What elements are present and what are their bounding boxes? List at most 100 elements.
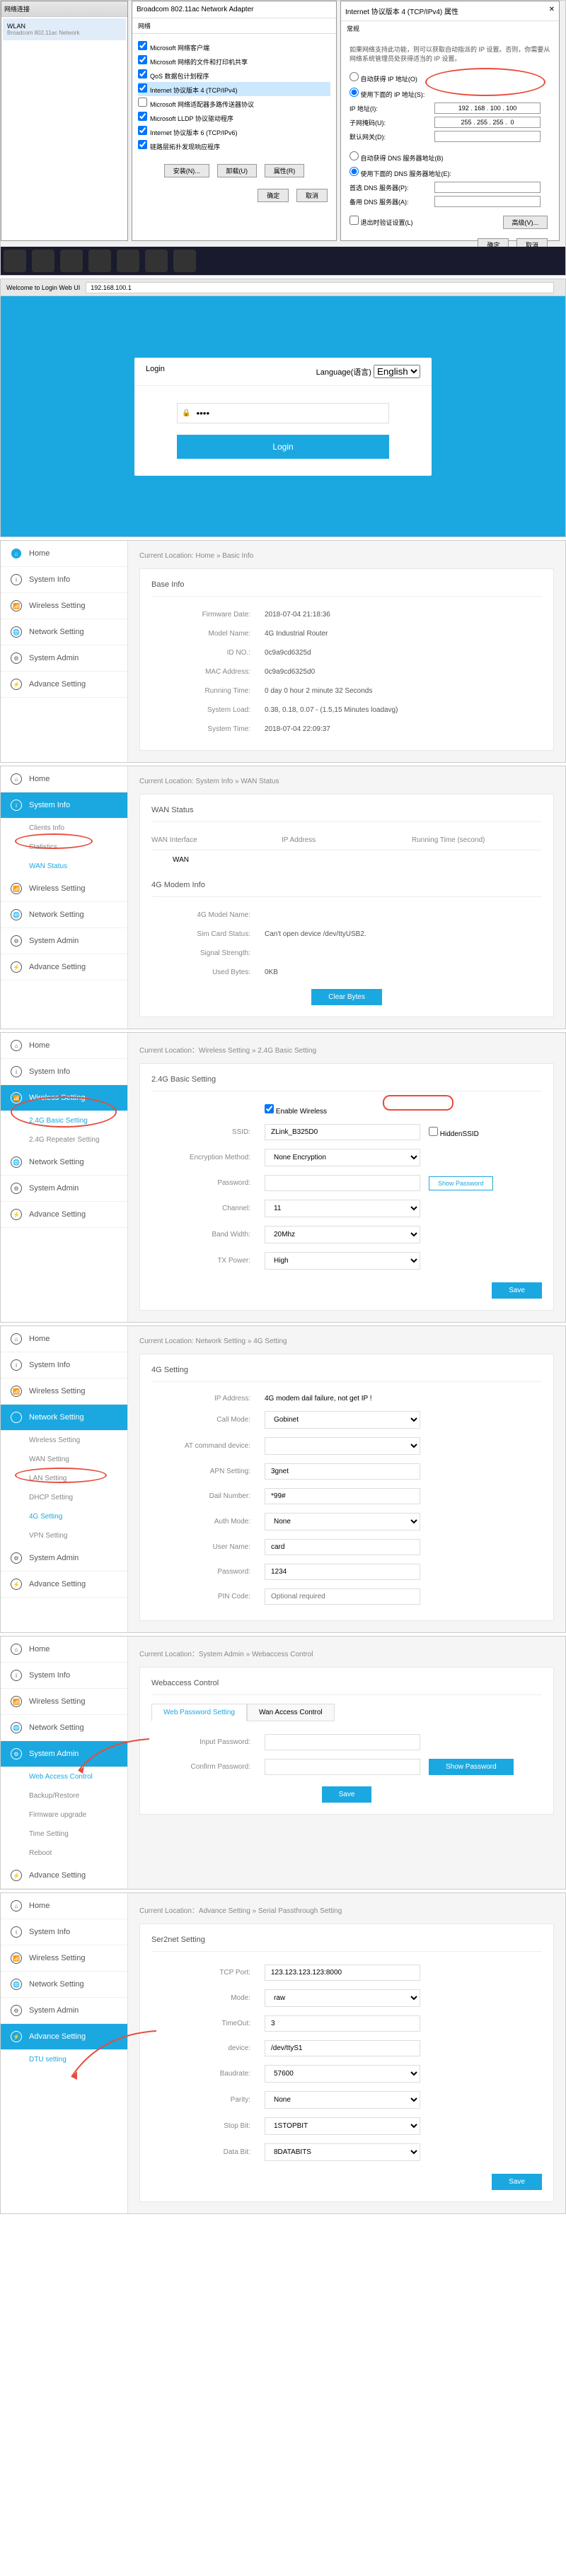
sub-firmware[interactable]: Firmware upgrade	[1, 1805, 127, 1825]
sidebar-network[interactable]: 🌐Network Setting	[1, 902, 127, 928]
sidebar-wireless[interactable]: 📶Wireless Setting	[1, 1689, 127, 1715]
chk-ipv4[interactable]	[138, 83, 147, 93]
device-input[interactable]	[265, 2040, 420, 2056]
sidebar-system-info[interactable]: iSystem Info	[1, 1352, 127, 1378]
sidebar-wireless[interactable]: 📶Wireless Setting	[1, 1945, 127, 1972]
sidebar-system-info[interactable]: iSystem Info	[1, 567, 127, 593]
cancel-button[interactable]: 取消	[296, 189, 328, 202]
channel-select[interactable]: 11	[265, 1200, 420, 1217]
radio-auto-dns[interactable]	[350, 151, 359, 160]
subnet-mask-input[interactable]	[434, 117, 541, 128]
taskbar-icon[interactable]	[117, 250, 139, 272]
sub-web-access[interactable]: Web Access Control	[1, 1767, 127, 1786]
sidebar-system-info[interactable]: iSystem Info	[1, 792, 127, 819]
sidebar-network[interactable]: 🌐Network Setting	[1, 1972, 127, 1998]
sub-backup[interactable]: Backup/Restore	[1, 1786, 127, 1805]
sidebar-system-info[interactable]: iSystem Info	[1, 1919, 127, 1945]
radio-manual-dns[interactable]	[350, 167, 359, 176]
confirm-password-field[interactable]	[265, 1759, 420, 1775]
sub-clients[interactable]: Clients Info	[1, 819, 127, 838]
sub-statistics[interactable]: Statistics	[1, 838, 127, 857]
ok-button[interactable]: 确定	[258, 189, 289, 202]
sidebar-system-info[interactable]: iSystem Info	[1, 1059, 127, 1085]
radio-manual-ip[interactable]	[350, 88, 359, 97]
sidebar-home[interactable]: ⌂Home	[1, 1326, 127, 1352]
call-mode-select[interactable]: Gobinet	[265, 1411, 420, 1429]
install-button[interactable]: 安装(N)...	[164, 164, 209, 177]
ip-address-input[interactable]	[434, 103, 541, 114]
chk-lldp[interactable]	[138, 112, 147, 121]
sidebar-wireless[interactable]: 📶Wireless Setting	[1, 1378, 127, 1405]
username-input[interactable]	[265, 1539, 420, 1555]
databit-select[interactable]: 8DATABITS	[265, 2143, 420, 2161]
baudrate-select[interactable]: 57600	[265, 2065, 420, 2083]
sidebar-admin[interactable]: ⚙System Admin	[1, 1998, 127, 2024]
ssid-input[interactable]	[265, 1124, 420, 1140]
validate-checkbox[interactable]	[350, 216, 359, 225]
chk-multiplexor[interactable]	[138, 98, 147, 107]
encryption-select[interactable]: None Encryption	[265, 1149, 420, 1166]
sidebar-advance[interactable]: ⚡Advance Setting	[1, 2024, 127, 2050]
sidebar-network[interactable]: 🌐Network Setting	[1, 1149, 127, 1176]
sidebar-admin[interactable]: ⚙System Admin	[1, 1176, 127, 1202]
sidebar-network[interactable]: 🌐Network Setting	[1, 1405, 127, 1431]
sidebar-home[interactable]: ⌂Home	[1, 1893, 127, 1919]
chk-qos[interactable]	[138, 69, 147, 78]
taskbar-icon[interactable]	[60, 250, 83, 272]
sidebar-admin[interactable]: ⚙System Admin	[1, 928, 127, 954]
chk-file-print[interactable]	[138, 55, 147, 64]
hidden-ssid-checkbox[interactable]	[429, 1127, 438, 1136]
enable-wireless-checkbox[interactable]	[265, 1104, 274, 1113]
show-password-button[interactable]: Show Password	[429, 1176, 493, 1190]
save-button[interactable]: Save	[492, 2174, 542, 2190]
sidebar-advance[interactable]: ⚡Advance Setting	[1, 672, 127, 698]
dns2-input[interactable]	[434, 196, 541, 207]
login-button[interactable]: Login	[177, 435, 389, 459]
sub-lan[interactable]: LAN Setting	[1, 1469, 127, 1488]
sidebar-home[interactable]: ⌂Home	[1, 1033, 127, 1059]
sub-vpn[interactable]: VPN Setting	[1, 1526, 127, 1545]
networking-tab[interactable]: 网络	[132, 18, 336, 34]
bandwidth-select[interactable]: 20Mhz	[265, 1226, 420, 1243]
sidebar-network[interactable]: 🌐Network Setting	[1, 619, 127, 645]
sub-4g[interactable]: 4G Setting	[1, 1507, 127, 1526]
taskbar-icon[interactable]	[88, 250, 111, 272]
sidebar-home[interactable]: ⌂Home	[1, 541, 127, 567]
tab-web-password[interactable]: Web Password Setting	[151, 1704, 247, 1721]
general-tab[interactable]: 常规	[341, 21, 559, 36]
language-select[interactable]: English	[374, 365, 420, 378]
pin-input[interactable]	[265, 1588, 420, 1605]
4g-password-input[interactable]	[265, 1564, 420, 1580]
sub-wan[interactable]: WAN Setting	[1, 1450, 127, 1469]
sub-dtu[interactable]: DTU setting	[1, 2050, 127, 2069]
sidebar-wireless[interactable]: 📶Wireless Setting	[1, 593, 127, 619]
sidebar-advance[interactable]: ⚡Advance Setting	[1, 1863, 127, 1889]
close-icon[interactable]: ✕	[549, 6, 555, 16]
sidebar-advance[interactable]: ⚡Advance Setting	[1, 1571, 127, 1598]
sub-wireless[interactable]: Wireless Setting	[1, 1431, 127, 1450]
sidebar-network[interactable]: 🌐Network Setting	[1, 1715, 127, 1741]
sidebar-advance[interactable]: ⚡Advance Setting	[1, 954, 127, 980]
advanced-button[interactable]: 高级(V)...	[503, 216, 548, 229]
sidebar-wireless[interactable]: 📶Wireless Setting	[1, 876, 127, 902]
dns1-input[interactable]	[434, 182, 541, 193]
show-password-button[interactable]: Show Password	[429, 1759, 514, 1775]
sub-wan-status[interactable]: WAN Status	[1, 857, 127, 876]
sidebar-home[interactable]: ⌂Home	[1, 766, 127, 792]
parity-select[interactable]: None	[265, 2091, 420, 2109]
taskbar-icon[interactable]	[173, 250, 196, 272]
save-button[interactable]: Save	[492, 1282, 542, 1299]
sidebar-admin[interactable]: ⚙System Admin	[1, 1545, 127, 1571]
sub-24g-basic[interactable]: 2.4G Basic Setting	[1, 1111, 127, 1130]
properties-button[interactable]: 属性(R)	[265, 164, 305, 177]
at-device-select[interactable]	[265, 1437, 420, 1455]
sub-reboot[interactable]: Reboot	[1, 1844, 127, 1863]
sub-dhcp[interactable]: DHCP Setting	[1, 1488, 127, 1507]
tcp-port-input[interactable]	[265, 1965, 420, 1981]
chk-ipv6[interactable]	[138, 126, 147, 135]
clear-bytes-button[interactable]: Clear Bytes	[311, 989, 382, 1005]
sidebar-wireless[interactable]: 📶Wireless Setting	[1, 1085, 127, 1111]
sidebar-home[interactable]: ⌂Home	[1, 1637, 127, 1663]
txpower-select[interactable]: High	[265, 1252, 420, 1270]
wifi-password-input[interactable]	[265, 1175, 420, 1191]
